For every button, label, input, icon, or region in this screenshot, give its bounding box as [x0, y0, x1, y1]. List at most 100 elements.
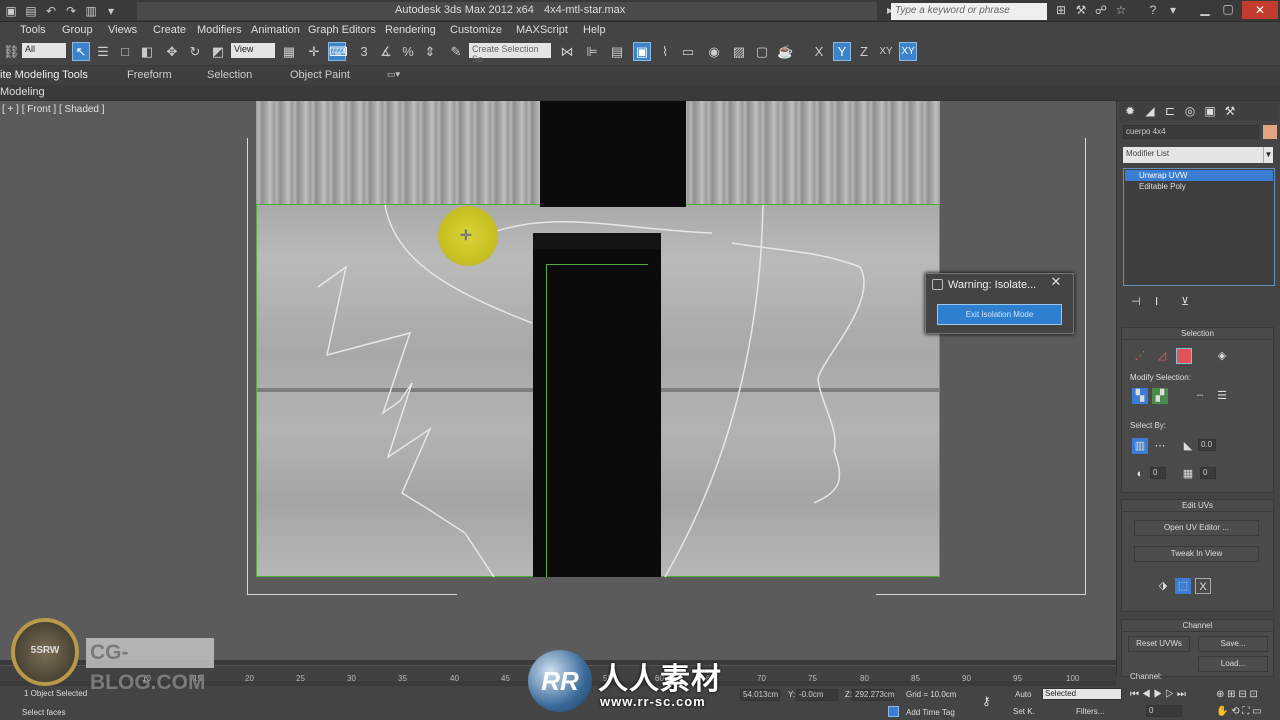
pin-stack-icon[interactable]: ⊣ [1131, 295, 1141, 308]
quick-planar-map-icon[interactable]: ⬗ [1155, 578, 1171, 594]
communication-icon[interactable]: ☍ [1091, 3, 1111, 17]
create-tab-icon[interactable]: ✹ [1121, 103, 1139, 119]
viewport-nav-icon[interactable]: ⊕ ⊞ ⊟ ⊡ [1216, 689, 1258, 700]
reset-uvws-button[interactable]: Reset UVWs [1128, 636, 1190, 652]
add-time-tag[interactable]: Add Time Tag [906, 708, 955, 717]
utilities-tab-icon[interactable]: ⚒ [1221, 103, 1239, 119]
help-dropdown-icon[interactable]: ▾ [1163, 3, 1183, 17]
align-x-icon[interactable]: X [1195, 578, 1211, 594]
menu-rendering[interactable]: Rendering [385, 24, 436, 36]
material-id-spinner[interactable]: 0 [1200, 467, 1216, 479]
object-name-field[interactable]: cuerpo 4x4 [1123, 125, 1259, 139]
selection-rollout-header[interactable]: Selection [1122, 328, 1273, 340]
quick-map-gizmo-icon[interactable]: ⬚ [1175, 578, 1191, 594]
angle-snap-icon[interactable]: ∡ [377, 42, 395, 61]
mirror-icon[interactable]: ⋈ [558, 42, 576, 61]
graphite-toggle-icon[interactable]: ▣ [633, 42, 651, 61]
auto-key-button[interactable]: Auto [1015, 690, 1031, 699]
channel-rollout-header[interactable]: Channel [1122, 620, 1273, 632]
tweak-in-view-button[interactable]: Tweak In View [1134, 546, 1259, 562]
binoculars-icon[interactable]: ⊞ [1051, 3, 1071, 17]
stack-item-editable-poly[interactable]: Editable Poly [1125, 181, 1273, 192]
menu-create[interactable]: Create [153, 24, 186, 36]
spinner-snap-icon[interactable]: ⇕ [421, 42, 439, 61]
ring-selection-icon[interactable]: ☰ [1214, 388, 1230, 404]
rotate-icon[interactable]: ↻ [186, 42, 204, 61]
element-mode-icon[interactable]: ◈ [1214, 348, 1230, 364]
set-key-button[interactable]: Set K. [1013, 707, 1035, 716]
vertex-mode-icon[interactable]: ⋰ [1132, 348, 1148, 364]
selection-filter-dropdown[interactable]: All [22, 43, 66, 58]
loop-selection-icon[interactable]: ┄ [1192, 388, 1208, 404]
motion-tab-icon[interactable]: ◎ [1181, 103, 1199, 119]
qa-dropdown-icon[interactable]: ▾ [102, 2, 120, 20]
select-by-element-icon[interactable]: ▥ [1132, 438, 1148, 454]
named-selection-set-dropdown[interactable]: Create Selection Se [469, 43, 551, 64]
select-object-icon[interactable]: ↖ [72, 42, 90, 61]
y-coordinate-field[interactable]: -0.0cm [796, 689, 838, 701]
axis-z-button[interactable]: Z [855, 42, 873, 61]
select-by-name-icon[interactable]: ☰ [94, 42, 112, 61]
ribbon-panel-modeling[interactable]: Modeling [0, 86, 45, 98]
save-icon[interactable]: ▤ [22, 2, 40, 20]
render-production-icon[interactable]: ☕ [776, 42, 794, 61]
remove-modifier-icon[interactable]: ⊻ [1181, 295, 1189, 308]
key-filter-dropdown[interactable]: Selected [1042, 688, 1122, 700]
close-window-button[interactable]: ✕ [1242, 1, 1278, 19]
ignore-backfacing-icon[interactable]: ⋯ [1152, 438, 1168, 454]
key-filters-button[interactable]: Filters... [1076, 707, 1104, 716]
menu-graph-editors[interactable]: Graph Editors [308, 24, 376, 36]
chevron-down-icon[interactable]: ▼ [1263, 147, 1273, 163]
polygon-mode-icon[interactable] [1176, 348, 1192, 364]
menu-animation[interactable]: Animation [251, 24, 300, 36]
app-menu-icon[interactable]: ▣ [2, 2, 20, 20]
select-by-smoothing-icon[interactable]: ◐ [1132, 466, 1148, 482]
axis-y-button[interactable]: Y [833, 42, 851, 61]
dialog-close-button[interactable]: ✕ [1045, 274, 1067, 290]
minimize-icon[interactable]: ▁ [1195, 2, 1215, 16]
layer-manager-icon[interactable]: ▤ [608, 42, 626, 61]
window-crossing-icon[interactable]: ◧ [138, 42, 156, 61]
subscription-icon[interactable]: ⚒ [1071, 3, 1091, 17]
ribbon-tab-graphite[interactable]: ite Modeling Tools [0, 69, 88, 81]
snaps-toggle-icon[interactable]: 3 [355, 42, 373, 61]
modify-tab-icon[interactable]: ◢ [1141, 103, 1159, 119]
grow-selection-icon[interactable]: ▚ [1132, 388, 1148, 404]
time-tag-icon[interactable] [888, 706, 899, 717]
planar-angle-icon[interactable]: ◣ [1180, 438, 1196, 454]
favorites-icon[interactable]: ☆ [1111, 3, 1131, 17]
material-editor-icon[interactable]: ◉ [705, 42, 723, 61]
smoothing-spinner[interactable]: 0 [1150, 467, 1166, 479]
axis-x-button[interactable]: X [810, 42, 828, 61]
hierarchy-tab-icon[interactable]: ⊏ [1161, 103, 1179, 119]
render-setup-icon[interactable]: ▨ [730, 42, 748, 61]
search-input[interactable]: Type a keyword or phrase [891, 3, 1047, 20]
select-manipulate-icon[interactable]: ✛ [305, 42, 323, 61]
menu-help[interactable]: Help [583, 24, 606, 36]
restore-icon[interactable]: ▢ [1218, 2, 1238, 16]
key-icon[interactable]: ⚷ [982, 694, 991, 708]
link-icon[interactable]: ⛓ [2, 42, 20, 61]
menu-tools[interactable]: Tools [20, 24, 46, 36]
viewport-nav2-icon[interactable]: ✋ ⟲ ⛶ ▭ [1216, 706, 1262, 717]
stack-item-unwrap-uvw[interactable]: Unwrap UVW [1125, 170, 1273, 181]
ribbon-tab-selection[interactable]: Selection [207, 69, 252, 81]
planar-angle-spinner[interactable]: 0.0 [1198, 439, 1216, 451]
shrink-selection-icon[interactable]: ▞ [1152, 388, 1168, 404]
load-uvws-button[interactable]: Load... [1198, 656, 1268, 672]
menu-maxscript[interactable]: MAXScript [516, 24, 568, 36]
current-frame-field[interactable]: 0 [1146, 705, 1182, 717]
edit-named-selection-icon[interactable]: ✎ [447, 42, 465, 61]
playback-controls-icon[interactable]: ⏮ ◀ ▶ ▷ ⏭ [1130, 689, 1186, 700]
menu-customize[interactable]: Customize [450, 24, 502, 36]
ribbon-tab-object-paint[interactable]: Object Paint [290, 69, 350, 81]
percent-snap-icon[interactable]: % [399, 42, 417, 61]
axis-xy-plane-button[interactable]: XY [899, 42, 917, 61]
curve-editor-icon[interactable]: ⌇ [656, 42, 674, 61]
menu-views[interactable]: Views [108, 24, 137, 36]
scale-icon[interactable]: ◩ [209, 42, 227, 61]
modifier-list-dropdown[interactable]: Modifier List [1123, 147, 1273, 163]
reference-coordinate-dropdown[interactable]: View [231, 43, 275, 58]
show-end-result-icon[interactable]: Ⅰ [1155, 295, 1158, 308]
object-color-swatch[interactable] [1263, 125, 1277, 139]
